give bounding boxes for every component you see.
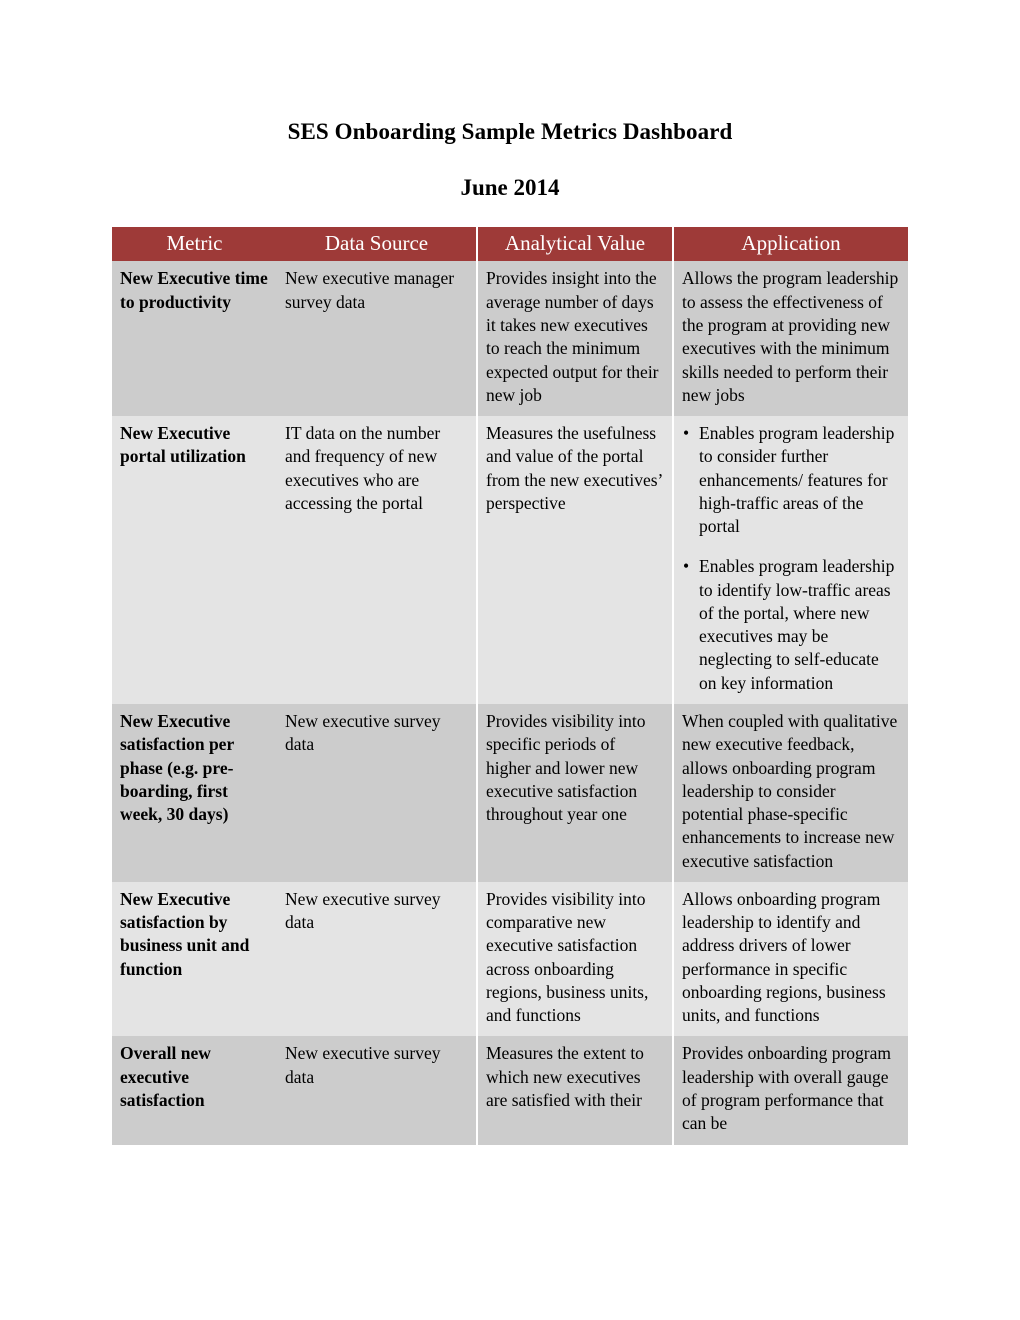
table-row: New Executive portal utilization IT data… (112, 416, 908, 704)
document-page: SES Onboarding Sample Metrics Dashboard … (0, 0, 1020, 1320)
cell-metric: New Executive satisfaction by business u… (112, 881, 277, 1037)
column-header-application: Application (672, 227, 908, 262)
cell-application: When coupled with qualitative new execut… (672, 704, 908, 882)
cell-analytical-value: Measures the extent to which new executi… (476, 1036, 673, 1145)
table-body: New Executive time to productivity New e… (112, 261, 908, 1145)
cell-analytical-value: Provides insight into the average number… (476, 261, 673, 417)
column-header-metric: Metric (112, 227, 277, 262)
metrics-table: Metric Data Source Analytical Value Appl… (112, 227, 908, 1145)
table-row: New Executive satisfaction per phase (e.… (112, 704, 908, 882)
page-title: SES Onboarding Sample Metrics Dashboard (287, 119, 733, 144)
cell-application: Enables program leadership to consider f… (672, 416, 908, 704)
cell-metric: Overall new executive satisfaction (112, 1036, 277, 1145)
list-item: Enables program leadership to consider f… (682, 422, 900, 538)
table-row: New Executive time to productivity New e… (112, 261, 908, 417)
cell-data-source: New executive manager survey data (277, 261, 477, 417)
cell-metric: New Executive time to productivity (112, 261, 277, 417)
page-subtitle: June 2014 (460, 174, 560, 200)
cell-data-source: IT data on the number and frequency of n… (277, 416, 477, 704)
column-header-analytical-value: Analytical Value (476, 227, 673, 262)
cell-application: Provides onboarding program leadership w… (672, 1036, 908, 1145)
cell-data-source: New executive survey data (277, 1036, 477, 1145)
list-item: Enables program leadership to identify l… (682, 555, 900, 695)
cell-application: Allows onboarding program leadership to … (672, 881, 908, 1037)
cell-data-source: New executive survey data (277, 881, 477, 1037)
application-bullet-list: Enables program leadership to consider f… (682, 422, 900, 695)
cell-metric: New Executive portal utilization (112, 416, 277, 704)
table-header-row: Metric Data Source Analytical Value Appl… (112, 227, 908, 262)
table-row: Overall new executive satisfaction New e… (112, 1036, 908, 1145)
cell-analytical-value: Provides visibility into comparative new… (476, 881, 673, 1037)
table-row: New Executive satisfaction by business u… (112, 881, 908, 1037)
table-header: Metric Data Source Analytical Value Appl… (112, 227, 908, 262)
column-header-data-source: Data Source (277, 227, 477, 262)
cell-application: Allows the program leadership to assess … (672, 261, 908, 417)
cell-data-source: New executive survey data (277, 704, 477, 882)
cell-analytical-value: Measures the usefulness and value of the… (476, 416, 673, 704)
cell-metric: New Executive satisfaction per phase (e.… (112, 704, 277, 882)
cell-analytical-value: Provides visibility into specific period… (476, 704, 673, 882)
